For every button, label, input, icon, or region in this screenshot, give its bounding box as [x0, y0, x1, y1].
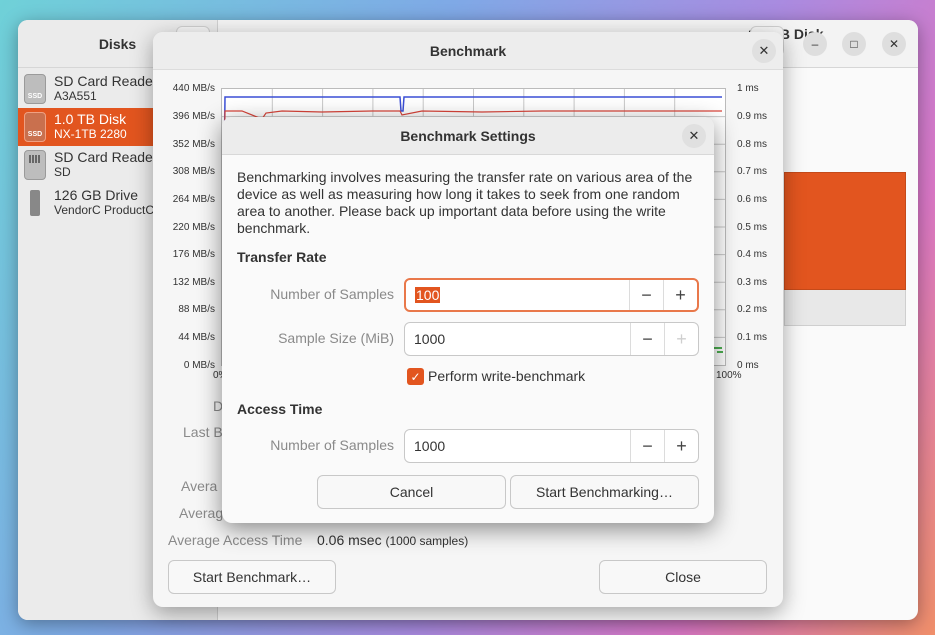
start-benchmark-button[interactable]: Start Benchmark… [168, 560, 336, 594]
y2-axis-tick: 0.5 ms [737, 222, 768, 233]
drive-name: SD Card Reader [54, 150, 158, 165]
maximize-button[interactable]: □ [842, 32, 866, 56]
access-time-heading: Access Time [237, 401, 323, 417]
partition-label-area [784, 290, 906, 326]
drive-model: VendorC ProductC [54, 203, 155, 217]
partial-label: Avera [181, 478, 218, 494]
y-axis-tick: 88 MB/s [178, 304, 215, 315]
x-axis-end: 100% [716, 370, 742, 381]
benchmark-close-icon[interactable]: ✕ [752, 39, 776, 63]
y-axis-tick: 220 MB/s [172, 222, 215, 233]
y-axis-tick: 396 MB/s [172, 111, 215, 122]
y-axis-tick: 176 MB/s [172, 249, 215, 260]
ssd-drive-icon: SSD [24, 74, 46, 104]
drive-name: SD Card Reader [54, 74, 158, 89]
benchmark-title: Benchmark [153, 32, 783, 70]
transfer-samples-label: Number of Samples [270, 286, 394, 302]
y-axis-tick: 44 MB/s [178, 332, 215, 343]
drive-name: 126 GB Drive [54, 188, 139, 203]
y2-axis-tick: 1 ms [737, 83, 759, 94]
increment-button: + [664, 323, 698, 355]
sd-card-icon [24, 150, 46, 180]
transfer-samples-input[interactable]: 100 [406, 280, 629, 310]
y-axis-tick: 0 MB/s [183, 360, 215, 371]
avg-access-time-value: 0.06 msec (1000 samples) [317, 532, 468, 548]
decrement-button[interactable]: − [630, 430, 664, 462]
y2-axis-tick: 0.1 ms [737, 332, 768, 343]
close-benchmark-button[interactable]: Close [599, 560, 767, 594]
write-benchmark-checkbox[interactable]: ✓ [407, 368, 424, 385]
ssd-drive-icon: SSD [24, 112, 46, 142]
cancel-button[interactable]: Cancel [317, 475, 506, 509]
settings-close-icon[interactable]: ✕ [682, 124, 706, 148]
transfer-rate-heading: Transfer Rate [237, 249, 327, 265]
y-axis-tick: 440 MB/s [172, 83, 215, 94]
drive-model: NX-1TB 2280 [54, 127, 127, 141]
avg-access-time-number: 0.06 msec [317, 532, 382, 548]
y2-axis-tick: 0.2 ms [737, 304, 768, 315]
y2-axis-tick: 0.3 ms [737, 277, 768, 288]
y-axis-tick: 352 MB/s [172, 139, 215, 150]
drive-name: 1.0 TB Disk [54, 112, 127, 127]
avg-access-time-samples: (1000 samples) [385, 534, 469, 548]
y2-axis-tick: 0.8 ms [737, 139, 768, 150]
y-axis-tick: 308 MB/s [172, 166, 215, 177]
y2-axis-tick: 0.4 ms [737, 249, 768, 260]
transfer-samples-spinbutton[interactable]: 100 − + [404, 278, 699, 312]
usb-drive-icon [24, 188, 46, 218]
access-samples-spinbutton[interactable]: 1000 − + [404, 429, 699, 463]
y2-axis-tick: 0.7 ms [737, 166, 768, 177]
transfer-samples-value: 100 [415, 287, 441, 303]
decrement-button[interactable]: − [630, 323, 664, 355]
partial-label: Last B [183, 424, 223, 440]
increment-button[interactable]: + [664, 430, 698, 462]
access-samples-input[interactable]: 1000 [405, 430, 630, 462]
benchmark-settings-dialog: Benchmark Settings ✕ Benchmarking involv… [222, 117, 714, 523]
avg-access-time-label: Average Access Time [168, 532, 303, 548]
write-benchmark-label[interactable]: Perform write-benchmark [428, 368, 585, 384]
start-benchmarking-button[interactable]: Start Benchmarking… [510, 475, 699, 509]
drive-model: A3A551 [54, 89, 97, 103]
minimize-button[interactable]: – [803, 32, 827, 56]
sample-size-spinbutton[interactable]: 1000 − + [404, 322, 699, 356]
sample-size-input[interactable]: 1000 [405, 323, 630, 355]
access-samples-label: Number of Samples [270, 437, 394, 453]
close-button[interactable]: ✕ [882, 32, 906, 56]
y-axis-tick: 132 MB/s [172, 277, 215, 288]
y2-axis-tick: 0.9 ms [737, 111, 768, 122]
sample-size-label: Sample Size (MiB) [278, 330, 394, 346]
y2-axis-tick: 0.6 ms [737, 194, 768, 205]
settings-description: Benchmarking involves measuring the tran… [237, 169, 693, 236]
y-axis-tick: 264 MB/s [172, 194, 215, 205]
increment-button[interactable]: + [663, 280, 697, 310]
settings-title: Benchmark Settings [222, 117, 714, 155]
partition-bar[interactable] [784, 172, 906, 290]
decrement-button[interactable]: − [629, 280, 663, 310]
partial-label: Averag [179, 505, 224, 521]
drive-model: SD [54, 165, 71, 179]
